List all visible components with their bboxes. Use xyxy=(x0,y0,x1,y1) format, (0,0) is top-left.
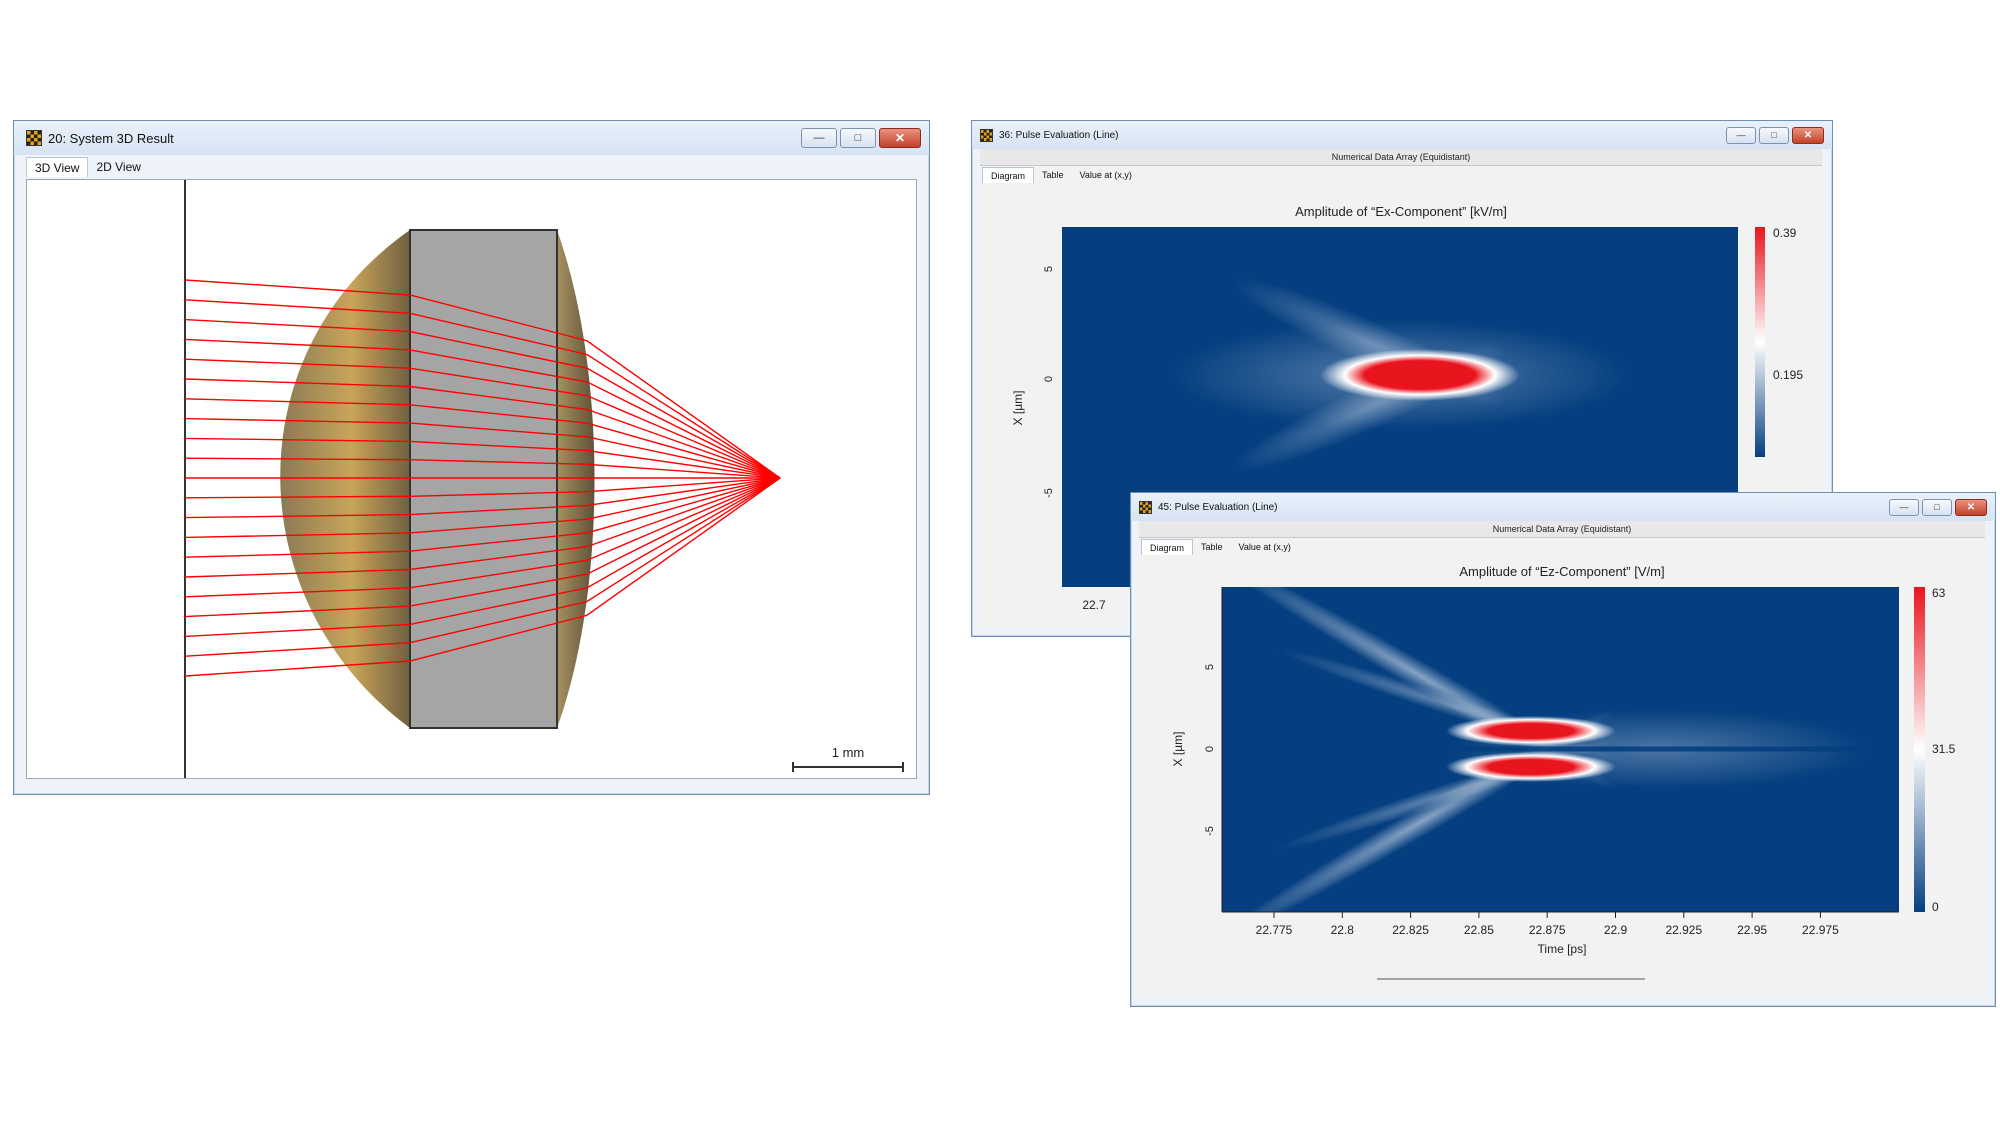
plot-title: Amplitude of “Ez-Component” [V/m] xyxy=(1459,564,1664,579)
ez-component-plot: Amplitude of “Ez-Component” [V/m] 22.775… xyxy=(1171,564,1956,980)
app-icon xyxy=(26,130,42,146)
y-tick-neg5: -5 xyxy=(1204,826,1216,836)
tab-value-at-xy[interactable]: Value at (x,y) xyxy=(1231,539,1299,555)
x-axis-ticks: 22.775 22.8 22.825 22.85 22.875 22.9 22.925 22.… xyxy=(1256,912,1839,937)
glass-block xyxy=(409,229,558,729)
diagram-panel: Numerical Data Array (Equidistant) Diagr… xyxy=(1139,521,1985,997)
pulse-peak-upper xyxy=(1446,716,1616,746)
y-tick-0: 0 xyxy=(1043,376,1055,382)
front-lens-surface xyxy=(280,230,410,728)
minimize-icon[interactable]: — xyxy=(1726,126,1756,144)
back-lens-surface xyxy=(557,230,595,728)
y-tick-5: 5 xyxy=(1043,266,1055,272)
tab-2d-view[interactable]: 2D View xyxy=(88,157,148,177)
maximize-icon[interactable]: □ xyxy=(840,128,876,148)
pulse-peak-lower xyxy=(1446,752,1616,782)
app-icon xyxy=(980,128,993,142)
colorbar-max: 63 xyxy=(1932,586,1946,600)
x-tick-visible: 22.7 xyxy=(1082,598,1106,612)
lens-system-render: 1 mm xyxy=(184,180,904,778)
colorbar xyxy=(1914,587,1925,912)
close-icon[interactable]: ✕ xyxy=(879,128,921,148)
y-axis-label: X [µm] xyxy=(1011,391,1025,426)
x-tick-label: 22.8 xyxy=(1331,923,1355,937)
colorbar-mid: 0.195 xyxy=(1773,368,1803,382)
x-tick-label: 22.925 xyxy=(1665,923,1702,937)
tab-table[interactable]: Table xyxy=(1193,539,1231,555)
data-array-header: Numerical Data Array (Equidistant) xyxy=(980,149,1822,166)
x-tick-label: 22.825 xyxy=(1392,923,1429,937)
tab-table[interactable]: Table xyxy=(1034,167,1072,183)
x-tick-label: 22.975 xyxy=(1802,923,1839,937)
minimize-icon[interactable]: — xyxy=(801,128,837,148)
colorbar-min: 0 xyxy=(1932,900,1939,914)
colorbar-mid: 31.5 xyxy=(1932,742,1956,756)
y-tick-5: 5 xyxy=(1204,664,1216,670)
tab-diagram[interactable]: Diagram xyxy=(1141,539,1194,555)
scale-label: 1 mm xyxy=(832,745,865,760)
x-axis-label: Time [ps] xyxy=(1538,942,1587,956)
y-axis-label: X [µm] xyxy=(1171,732,1185,767)
plot-title: Amplitude of “Ex-Component” [kV/m] xyxy=(1295,204,1507,219)
title-bar[interactable]: 20: System 3D Result — □ ✕ xyxy=(14,121,929,155)
x-tick-label: 22.95 xyxy=(1737,923,1767,937)
x-tick-label: 22.9 xyxy=(1604,923,1628,937)
maximize-icon[interactable]: □ xyxy=(1759,126,1789,144)
title-bar[interactable]: 36: Pulse Evaluation (Line) — □ ✕ xyxy=(972,121,1832,149)
close-icon[interactable]: ✕ xyxy=(1955,498,1987,516)
window-title: 45: Pulse Evaluation (Line) xyxy=(1158,501,1278,513)
x-tick-label: 22.875 xyxy=(1529,923,1566,937)
title-bar[interactable]: 45: Pulse Evaluation (Line) — □ ✕ xyxy=(1131,493,1995,521)
pulse-evaluation-45-window[interactable]: 45: Pulse Evaluation (Line) — □ ✕ Numeri… xyxy=(1130,492,1996,1007)
system-3d-result-window[interactable]: 20: System 3D Result — □ ✕ 3D View 2D Vi… xyxy=(13,120,930,795)
colorbar xyxy=(1755,227,1765,457)
window-title: 36: Pulse Evaluation (Line) xyxy=(999,129,1119,141)
data-array-header: Numerical Data Array (Equidistant) xyxy=(1139,521,1985,538)
colorbar-max: 0.39 xyxy=(1773,226,1797,240)
window-title: 20: System 3D Result xyxy=(48,130,174,146)
3d-view-canvas[interactable]: 1 mm xyxy=(26,179,917,779)
x-tick-label: 22.775 xyxy=(1256,923,1293,937)
y-tick-neg5: -5 xyxy=(1043,488,1055,498)
app-icon xyxy=(1139,500,1152,514)
x-tick-label: 22.85 xyxy=(1464,923,1494,937)
minimize-icon[interactable]: — xyxy=(1889,498,1919,516)
tab-3d-view[interactable]: 3D View xyxy=(26,157,89,177)
maximize-icon[interactable]: □ xyxy=(1922,498,1952,516)
close-icon[interactable]: ✕ xyxy=(1792,126,1824,144)
pulse-peak xyxy=(1320,349,1520,401)
y-tick-0: 0 xyxy=(1204,746,1216,752)
tab-diagram[interactable]: Diagram xyxy=(982,167,1035,183)
tab-value-at-xy[interactable]: Value at (x,y) xyxy=(1072,167,1140,183)
